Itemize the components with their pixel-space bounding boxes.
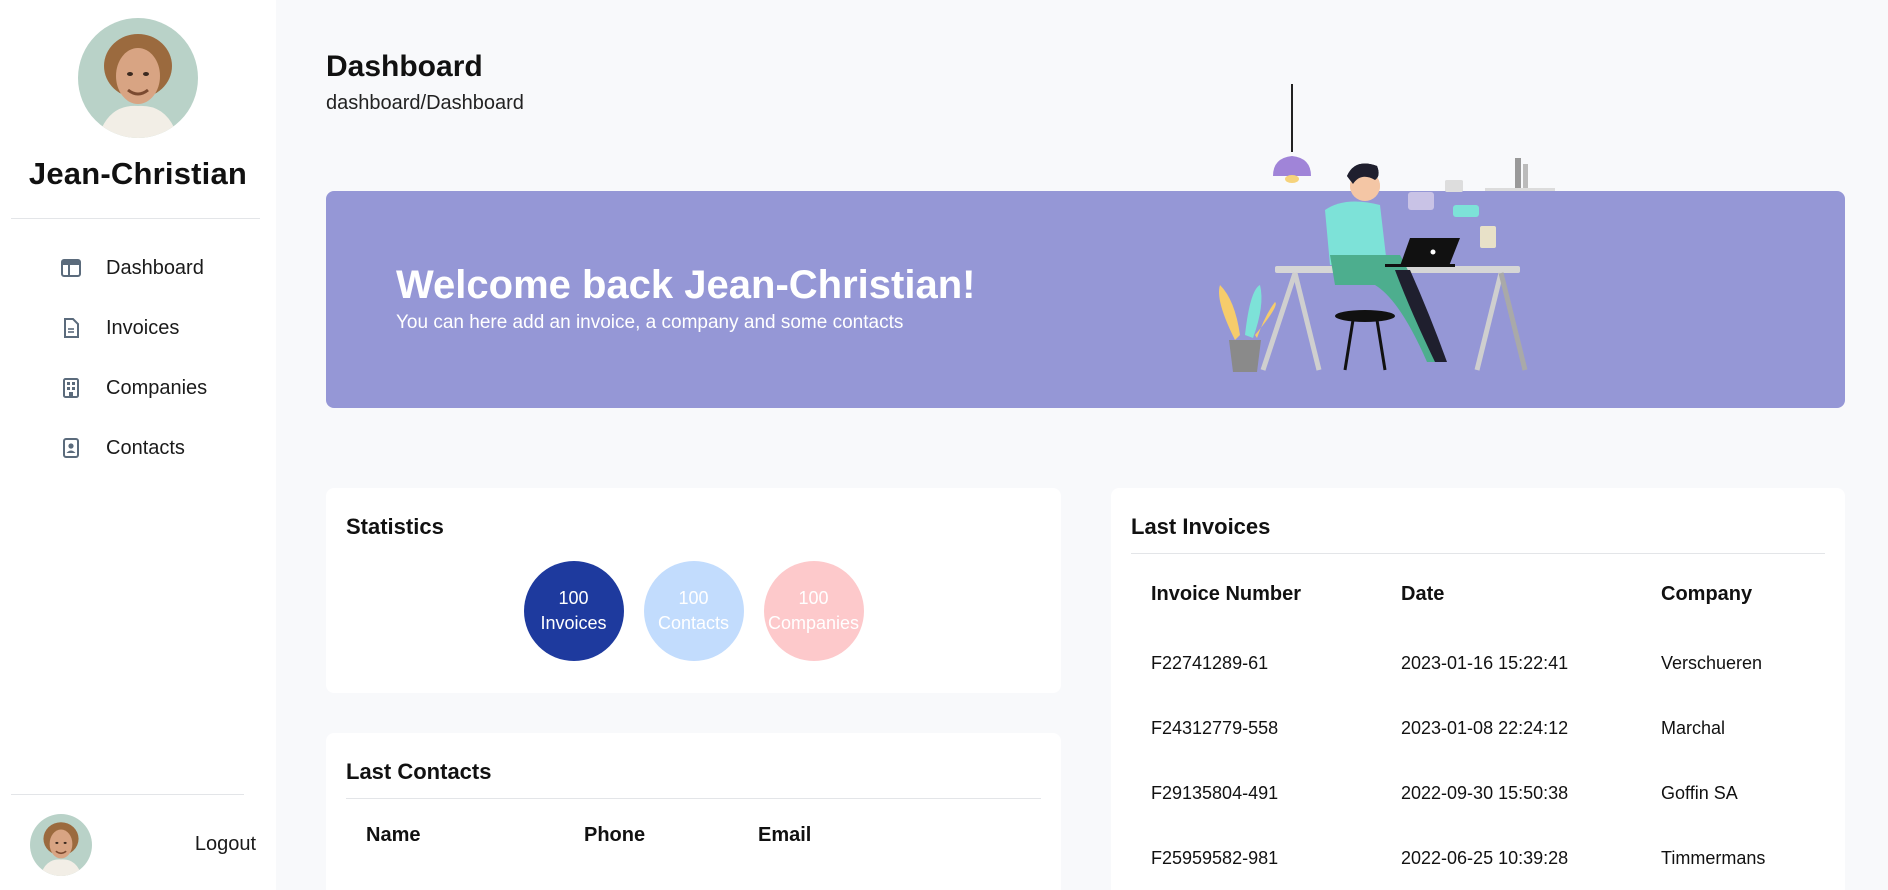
invoice-date: 2023-01-08 22:24:12 bbox=[1401, 718, 1569, 738]
table-header-row: Invoice Number Date Company bbox=[1151, 579, 1821, 609]
sidebar-item-contacts[interactable]: Contacts bbox=[0, 418, 276, 478]
sidebar-item-label: Invoices bbox=[106, 316, 180, 339]
avatar[interactable] bbox=[30, 814, 92, 876]
profile-section: Jean-Christian bbox=[0, 0, 276, 192]
stat-contacts[interactable]: 100 Contacts bbox=[643, 561, 744, 661]
sidebar-item-label: Contacts bbox=[106, 436, 185, 459]
invoice-company: Marchal bbox=[1661, 718, 1726, 738]
last-invoices-title: Last Invoices bbox=[1131, 514, 1271, 539]
invoice-company: Timmermans bbox=[1661, 848, 1766, 868]
stat-label: Contacts bbox=[657, 613, 730, 633]
stat-label: Invoices bbox=[540, 613, 607, 633]
sidebar-divider bbox=[11, 218, 260, 219]
stat-count: 100 bbox=[798, 588, 829, 608]
invoice-date: 2022-09-30 15:50:38 bbox=[1401, 783, 1569, 803]
invoice-number: F22741289-61 bbox=[1151, 653, 1269, 673]
sidebar-footer: Logout bbox=[0, 810, 276, 890]
invoice-company: Verschueren bbox=[1661, 653, 1763, 673]
statistics-card: Statistics 100 Invoices 100 Contacts 100… bbox=[326, 488, 1061, 693]
layout-icon bbox=[60, 257, 82, 279]
document-icon bbox=[60, 317, 82, 339]
invoices-table: Invoice Number Date Company F22741289-61… bbox=[1151, 579, 1821, 869]
column-header: Invoice Number bbox=[1151, 582, 1302, 605]
avatar bbox=[78, 18, 198, 138]
statistics-title: Statistics bbox=[346, 514, 444, 539]
welcome-title: Welcome back Jean-Christian! bbox=[396, 263, 976, 307]
last-contacts-title: Last Contacts bbox=[346, 759, 492, 784]
sidebar-item-label: Dashboard bbox=[106, 256, 204, 279]
table-row[interactable]: F29135804-491 2022-09-30 15:50:38 Goffin… bbox=[1151, 739, 1821, 804]
sidebar: Jean-Christian Dashboard Invoices Compan… bbox=[0, 0, 276, 890]
contact-card-icon bbox=[60, 437, 82, 459]
column-header: Email bbox=[758, 824, 812, 846]
stat-companies[interactable]: 100 Companies bbox=[763, 561, 864, 661]
sidebar-item-label: Companies bbox=[106, 376, 208, 399]
invoice-number: F29135804-491 bbox=[1151, 783, 1279, 803]
table-header-row: Name Phone Email bbox=[366, 824, 811, 847]
sidebar-item-dashboard[interactable]: Dashboard bbox=[0, 238, 276, 298]
last-invoices-card: Last Invoices Invoice Number Date Compan… bbox=[1111, 488, 1845, 890]
building-icon bbox=[60, 377, 82, 399]
invoice-date: 2023-01-16 15:22:41 bbox=[1401, 653, 1569, 673]
page-title: Dashboard bbox=[326, 50, 483, 83]
logout-button[interactable]: Logout bbox=[195, 833, 256, 856]
table-row[interactable]: F25959582-981 2022-06-25 10:39:28 Timmer… bbox=[1151, 804, 1821, 869]
last-contacts-card: Last Contacts Name Phone Email bbox=[326, 733, 1061, 890]
invoice-date: 2022-06-25 10:39:28 bbox=[1401, 848, 1569, 868]
card-divider bbox=[346, 798, 1041, 799]
invoice-number: F25959582-981 bbox=[1151, 848, 1279, 868]
sidebar-item-companies[interactable]: Companies bbox=[0, 358, 276, 418]
stat-count: 100 bbox=[558, 588, 589, 608]
table-row[interactable]: F22741289-61 2023-01-16 15:22:41 Verschu… bbox=[1151, 609, 1821, 674]
column-header: Date bbox=[1401, 582, 1445, 605]
welcome-banner: Welcome back Jean-Christian! You can her… bbox=[326, 191, 1845, 408]
contacts-table: Name Phone Email bbox=[366, 824, 811, 847]
user-name: Jean-Christian bbox=[28, 156, 248, 191]
card-divider bbox=[1131, 553, 1825, 554]
invoice-company: Goffin SA bbox=[1661, 783, 1738, 803]
stat-label: Companies bbox=[767, 613, 860, 633]
invoice-number: F24312779-558 bbox=[1151, 718, 1279, 738]
sidebar-nav: Dashboard Invoices Companies Contacts bbox=[0, 238, 276, 478]
table-row[interactable]: F24312779-558 2023-01-08 22:24:12 Marcha… bbox=[1151, 674, 1821, 739]
column-header: Phone bbox=[584, 824, 646, 846]
column-header: Name bbox=[366, 824, 421, 846]
breadcrumb: dashboard/Dashboard bbox=[326, 92, 524, 114]
stat-invoices[interactable]: 100 Invoices bbox=[523, 561, 624, 661]
statistics-list: 100 Invoices 100 Contacts 100 Companies bbox=[326, 561, 1061, 661]
welcome-subtitle: You can here add an invoice, a company a… bbox=[396, 312, 904, 333]
sidebar-item-invoices[interactable]: Invoices bbox=[0, 298, 276, 358]
stat-count: 100 bbox=[678, 588, 709, 608]
sidebar-divider bbox=[11, 794, 244, 795]
column-header: Company bbox=[1661, 582, 1753, 605]
